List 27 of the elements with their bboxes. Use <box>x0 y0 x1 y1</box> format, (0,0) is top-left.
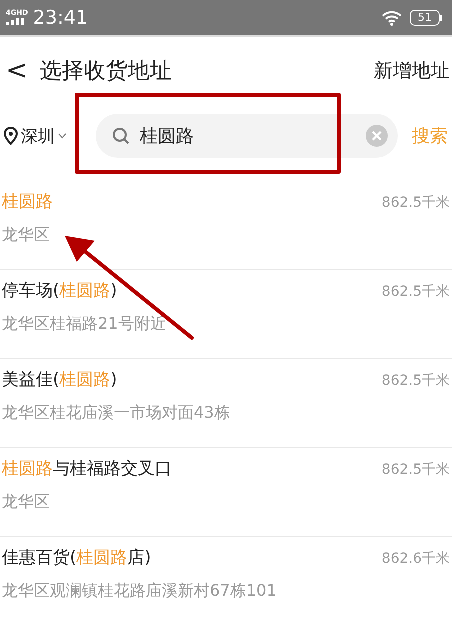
location-pin-icon <box>4 127 18 145</box>
signal-icon <box>6 18 24 25</box>
distance: 862.5千米 <box>382 194 450 212</box>
distance: 862.6千米 <box>382 550 450 568</box>
clock: 23:41 <box>33 6 88 28</box>
add-address-button[interactable]: 新增地址 <box>374 58 450 84</box>
place-address: 龙华区 <box>2 492 50 513</box>
place-name[interactable]: 桂圆路与桂福路交叉口 <box>2 457 172 480</box>
search-field[interactable]: 桂圆路 <box>96 114 398 158</box>
place-address: 龙华区 <box>2 225 50 246</box>
battery-icon: 51 <box>410 10 442 26</box>
place-address: 龙华区桂花庙溪一市场对面43栋 <box>2 403 230 424</box>
back-button[interactable]: < <box>6 56 40 86</box>
caret-icon <box>58 133 67 139</box>
place-address: 龙华区观澜镇桂花路庙溪新村67栋101 <box>2 581 277 602</box>
place-name[interactable]: 停车场(桂圆路) <box>2 279 118 302</box>
search-icon <box>112 127 130 145</box>
page-title: 选择收货地址 <box>40 58 172 86</box>
clear-icon[interactable] <box>366 125 388 147</box>
distance: 862.5千米 <box>382 283 450 301</box>
distance: 862.5千米 <box>382 372 450 390</box>
distance: 862.5千米 <box>382 461 450 479</box>
city-selector[interactable]: 深圳 <box>4 124 90 148</box>
place-name[interactable]: 佳惠百货(桂圆路店) <box>2 546 152 569</box>
place-address: 龙华区桂福路21号附近 <box>2 314 166 335</box>
wifi-icon <box>382 10 402 26</box>
place-name[interactable]: 美益佳(桂圆路) <box>2 368 118 391</box>
